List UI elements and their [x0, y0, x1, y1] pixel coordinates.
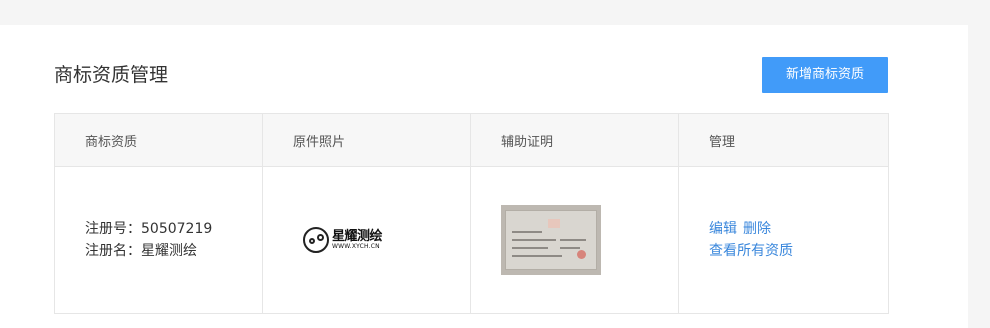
logo-text: 星耀测绘 [332, 229, 383, 244]
add-trademark-button[interactable]: 新增商标资质 [762, 57, 888, 93]
logo-mark-icon [303, 227, 329, 253]
registration-name: 注册名：星耀测绘 [85, 243, 197, 259]
column-header-trademark: 商标资质 [54, 113, 263, 167]
brand-logo-image[interactable]: 星耀测绘 WWW.XYCH.CN [303, 226, 470, 254]
trademark-info-cell: 注册号：50507219 注册名：星耀测绘 [54, 166, 263, 314]
delete-link[interactable]: 删除 [743, 221, 771, 237]
page-title: 商标资质管理 [54, 64, 169, 86]
column-header-manage: 管理 [678, 113, 889, 167]
view-all-qualifications-link[interactable]: 查看所有资质 [709, 243, 793, 259]
red-stamp-icon [577, 250, 586, 259]
original-photo-cell: 星耀测绘 WWW.XYCH.CN [262, 166, 471, 314]
trademark-panel: 商标资质管理 新增商标资质 商标资质 原件照片 辅助证明 管理 注册号：5050… [0, 25, 968, 328]
logo-url: WWW.XYCH.CN [332, 243, 380, 250]
manage-cell: 编辑 删除 查看所有资质 [678, 166, 889, 314]
proof-cell [470, 166, 679, 314]
national-emblem-icon [548, 219, 560, 228]
qualification-table: 商标资质 原件照片 辅助证明 管理 注册号：50507219 注册名：星耀测绘 … [54, 113, 889, 314]
certificate-paper [505, 210, 597, 270]
column-header-original-photo: 原件照片 [262, 113, 471, 167]
column-header-proof: 辅助证明 [470, 113, 679, 167]
table-header-row: 商标资质 原件照片 辅助证明 管理 [54, 113, 889, 167]
certificate-thumbnail[interactable] [501, 205, 601, 275]
table-row: 注册号：50507219 注册名：星耀测绘 星耀测绘 WWW.XYCH.CN 编… [54, 166, 889, 314]
registration-number: 注册号：50507219 [85, 221, 213, 237]
edit-link[interactable]: 编辑 [709, 221, 737, 237]
